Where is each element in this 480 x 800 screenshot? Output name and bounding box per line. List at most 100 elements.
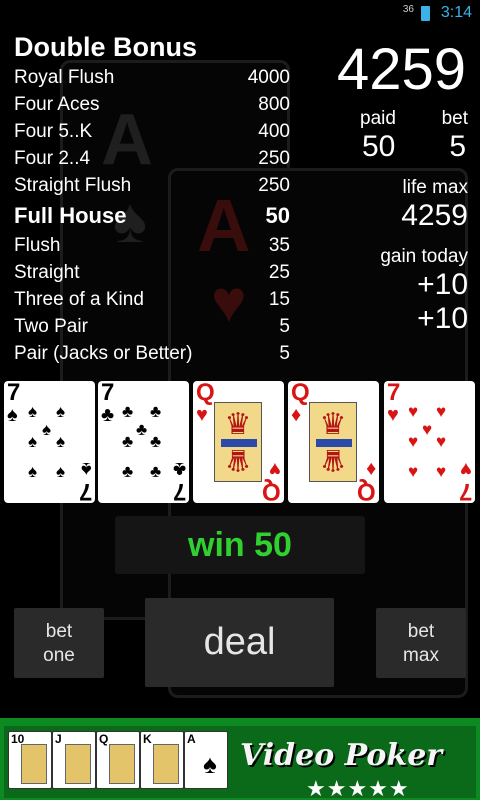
banner-card-art [109, 744, 135, 784]
card-rank: 7 [7, 381, 21, 406]
life-max-label: life max [402, 177, 468, 198]
paytable-row-highlighted: Full House 50 [14, 203, 290, 229]
card-7-spades[interactable]: 7 ♠ ♠ ♠ ♠ ♠ ♠ ♠ ♠ ♠ 7 [4, 381, 95, 503]
banner-card-art [153, 744, 179, 784]
paytable-row: Four 5..K 400 [14, 121, 290, 147]
club-icon: ♣ [136, 420, 148, 439]
spade-icon: ♠ [28, 432, 38, 451]
heart-icon: ♥ [408, 432, 419, 451]
bet-max-label-line1: bet [407, 621, 435, 642]
club-icon: ♣ [122, 402, 134, 421]
banner-card-rank: A [187, 732, 196, 746]
club-icon: ♣ [150, 462, 162, 481]
spade-icon: ♠ [28, 402, 38, 421]
paytable-row: Four Aces 800 [14, 94, 290, 120]
hand-name: Straight Flush [14, 175, 132, 196]
hand-payout: 35 [268, 235, 290, 256]
card-7-clubs[interactable]: 7 ♣ ♣ ♣ ♣ ♣ ♣ ♣ ♣ ♣ 7 [98, 381, 189, 503]
bet-one-label-line2: one [43, 645, 75, 666]
queen-figure-icon: ♛ [224, 443, 252, 476]
hand-payout: 250 [258, 175, 290, 196]
banner-card: J [52, 731, 96, 789]
club-icon: ♣ [150, 432, 162, 451]
card-queen-hearts[interactable]: Q ♥ ♛ ♛ ♥ Q [193, 381, 284, 503]
queen-figure-icon: ♛ [319, 408, 347, 441]
gain-today-value-2: +10 [417, 302, 468, 335]
card-7-hearts[interactable]: 7 ♥ ♥ ♥ ♥ ♥ ♥ ♥ ♥ ♥ 7 [384, 381, 475, 503]
paytable-title: Double Bonus [14, 32, 197, 62]
banner-card-art [65, 744, 91, 784]
banner-card: K [140, 731, 184, 789]
hand-name: Four 5..K [14, 121, 93, 142]
hand-payout: 800 [258, 94, 290, 115]
paytable-row: Flush 35 [14, 235, 290, 261]
hand-name: Royal Flush [14, 67, 115, 88]
status-bar: 36 3:14 [0, 0, 480, 26]
heart-icon: ♥ [408, 462, 419, 481]
card-queen-diamonds[interactable]: Q ♦ ♛ ♛ ♦ Q [288, 381, 379, 503]
banner-card: A ♠ [184, 731, 228, 789]
hand-payout: 25 [268, 262, 290, 283]
card-rank: 7 [101, 381, 115, 406]
card-rank-inverted: 7 [78, 478, 92, 503]
bet-max-button[interactable]: bet max [376, 608, 466, 678]
queen-face-art: ♛ ♛ [214, 402, 262, 482]
heart-icon: ♥ [436, 432, 447, 451]
hand-name: Four Aces [14, 94, 100, 115]
club-icon: ♣ [122, 462, 134, 481]
paytable-row: Two Pair 5 [14, 316, 290, 342]
bet-label: bet [441, 108, 468, 129]
heart-icon: ♥ [436, 462, 447, 481]
diamond-icon: ♦ [365, 458, 376, 480]
hand-name: Flush [14, 235, 61, 256]
club-icon: ♣ [122, 432, 134, 451]
card-pips: ♠ ♠ ♠ ♠ ♠ ♠ ♠ [26, 403, 74, 481]
hand-name: Full House [14, 203, 127, 228]
paid-value: 50 [362, 130, 396, 163]
banner-card: Q [96, 731, 140, 789]
banner-stars: ★★★★★ [306, 776, 410, 800]
banner-card: 10 [8, 731, 52, 789]
card-pips: ♥ ♥ ♥ ♥ ♥ ♥ ♥ [406, 403, 454, 481]
hand-name: Straight [14, 262, 80, 283]
club-icon: ♣ [150, 402, 162, 421]
banner-card-rank: K [143, 732, 152, 746]
bet-one-label-line1: bet [45, 621, 73, 642]
spade-icon: ♠ [56, 402, 66, 421]
hand-payout: 5 [279, 343, 290, 364]
banner-card-rank: Q [99, 732, 109, 746]
paytable-row: Four 2..4 250 [14, 148, 290, 174]
paytable-row: Royal Flush 4000 [14, 67, 290, 93]
status-time: 3:14 [440, 4, 472, 21]
spade-icon: ♠ [7, 404, 18, 426]
hand-payout: 250 [258, 148, 290, 169]
ad-banner-inner: 10 J Q K A ♠ Video Poker ★★★★★ [4, 726, 476, 800]
heart-icon: ♥ [387, 404, 399, 426]
ad-banner[interactable]: 10 J Q K A ♠ Video Poker ★★★★★ [0, 718, 480, 800]
banner-card-art [21, 744, 47, 784]
paid-label: paid [360, 108, 396, 129]
paytable-row: Pair (Jacks or Better) 5 [14, 343, 290, 369]
banner-brand: Video Poker [240, 738, 443, 773]
gain-today-label: gain today [380, 246, 468, 267]
bet-max-label-line2: max [403, 645, 439, 666]
card-rank: 7 [387, 381, 401, 406]
heart-icon: ♥ [422, 420, 433, 439]
heart-icon: ♥ [196, 404, 208, 426]
deal-button[interactable]: deal [145, 598, 334, 687]
hand-payout: 4000 [247, 67, 290, 88]
bet-one-button[interactable]: bet one [14, 608, 104, 678]
diamond-icon: ♦ [291, 404, 302, 426]
signal-icon: 36 [402, 4, 414, 15]
spade-icon: ♠ [81, 458, 92, 480]
hand-name: Four 2..4 [14, 148, 91, 169]
gain-today-value: +10 [417, 268, 468, 301]
spade-icon: ♠ [56, 462, 66, 481]
banner-card-rank: J [55, 732, 62, 746]
battery-icon [421, 6, 430, 21]
hand-payout: 5 [279, 316, 290, 337]
hand-payout: 15 [268, 289, 290, 310]
heart-icon: ♥ [269, 458, 281, 480]
hand-name: Pair (Jacks or Better) [14, 343, 193, 364]
banner-card-art: ♠ [197, 744, 223, 784]
